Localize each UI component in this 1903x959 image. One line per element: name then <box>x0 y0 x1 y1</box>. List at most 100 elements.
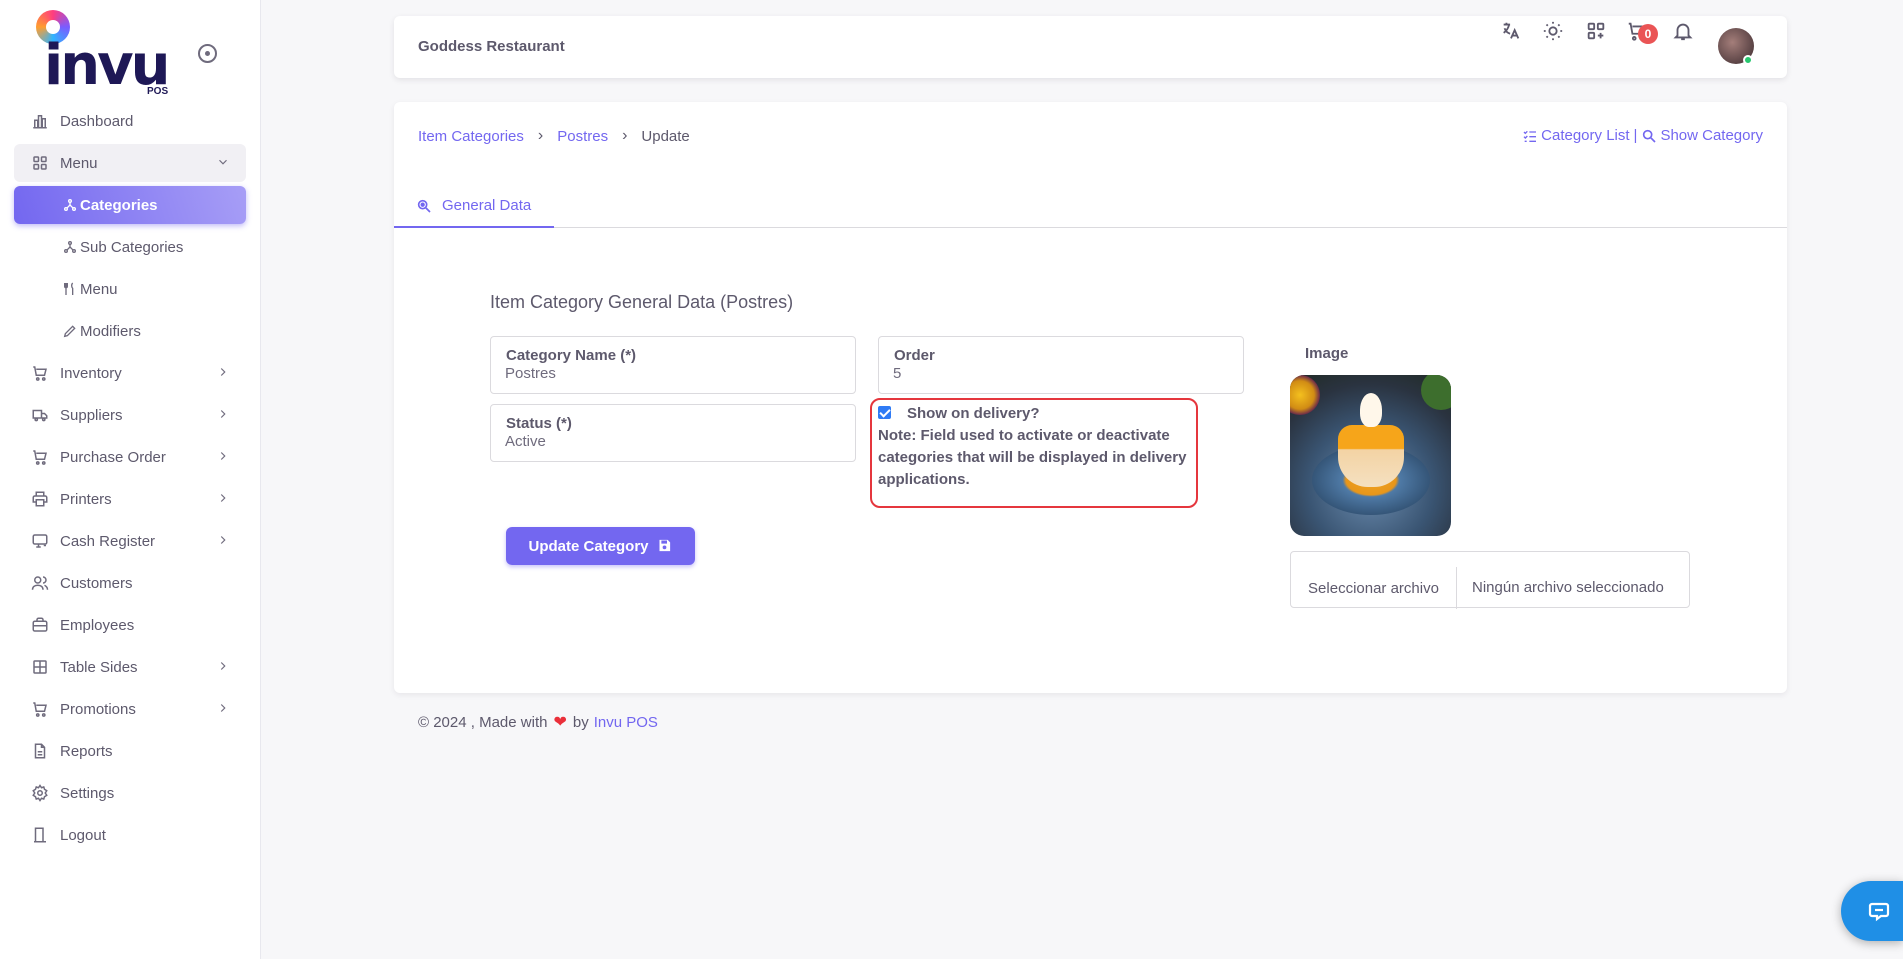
footer-by: by <box>572 713 589 731</box>
category-update-card: Item Categories › Postres › Update Categ… <box>394 102 1787 693</box>
category-icon <box>62 197 78 213</box>
search-data-icon <box>416 198 432 214</box>
sidebar-item-cash-register[interactable]: Cash Register <box>14 522 246 560</box>
users-icon <box>30 573 50 593</box>
heart-icon: ❤ <box>553 714 567 731</box>
sidebar-item-label: Employees <box>60 616 135 634</box>
sidebar-item-label: Table Sides <box>60 658 138 676</box>
image-file-input[interactable]: Seleccionar archivo Ningún archivo selec… <box>1290 551 1690 609</box>
sidebar-item-label: Reports <box>60 742 113 760</box>
chevron-right-icon <box>216 449 230 463</box>
category-name-label: Category Name (*) <box>506 347 637 364</box>
footer-brand-link[interactable]: Invu POS <box>594 714 658 731</box>
truck-icon <box>30 405 50 425</box>
image-dessert <box>1338 425 1404 487</box>
section-title: Item Category General Data (Postres) <box>490 292 794 312</box>
chevron-right-icon <box>216 491 230 505</box>
sidebar-item-table-sides[interactable]: Table Sides <box>14 648 246 686</box>
sidebar-toggle-icon[interactable] <box>198 44 217 63</box>
sidebar-subitem-sub-categories[interactable]: Sub Categories <box>14 228 246 266</box>
sidebar-item-label: Dashboard <box>60 112 134 130</box>
category-list-link[interactable]: Category List <box>1541 127 1629 144</box>
sidebar-item-label: Suppliers <box>60 406 123 424</box>
chat-button[interactable] <box>1841 881 1903 941</box>
list-check-icon <box>1522 128 1538 144</box>
choose-file-button[interactable]: Seleccionar archivo <box>1291 567 1457 609</box>
logo-sub: POS <box>147 86 169 97</box>
table-icon <box>30 657 50 677</box>
restaurant-name: Goddess Restaurant <box>418 38 565 55</box>
sun-icon[interactable] <box>1540 18 1566 44</box>
update-category-label: Update Category <box>528 537 649 555</box>
sidebar-item-label: Promotions <box>60 700 136 718</box>
door-icon <box>30 825 50 845</box>
sidebar-subitem-categories[interactable]: Categories <box>14 186 246 224</box>
sidebar-nav: Dashboard Menu Categories Sub Categories <box>14 102 246 858</box>
sidebar-item-label: Menu <box>60 154 98 172</box>
chevron-right-icon <box>216 407 230 421</box>
breadcrumb-item-categories[interactable]: Item Categories <box>418 128 524 145</box>
sidebar-item-inventory[interactable]: Inventory <box>14 354 246 392</box>
chevron-right-icon <box>216 659 230 673</box>
status-select[interactable]: Active <box>505 433 546 450</box>
pen-icon <box>62 323 78 339</box>
file-status: Ningún archivo seleccionado <box>1472 579 1664 596</box>
image-flower <box>1360 393 1382 427</box>
briefcase-icon <box>30 615 50 635</box>
printer-icon <box>30 489 50 509</box>
sidebar-item-dashboard[interactable]: Dashboard <box>14 102 246 140</box>
sidebar-item-label: Inventory <box>60 364 122 382</box>
sidebar-item-suppliers[interactable]: Suppliers <box>14 396 246 434</box>
update-category-button[interactable]: Update Category <box>506 527 695 565</box>
cart-icon <box>30 363 50 383</box>
sidebar-item-employees[interactable]: Employees <box>14 606 246 644</box>
chevron-right-icon: › <box>537 127 544 144</box>
show-on-delivery-checkbox[interactable] <box>878 406 891 419</box>
sidebar-subitem-label: Modifiers <box>80 322 141 340</box>
search-icon <box>1641 128 1657 144</box>
online-status-dot <box>1743 55 1753 65</box>
order-field[interactable]: Order 5 <box>878 336 1244 394</box>
sidebar-subitem-modifiers[interactable]: Modifiers <box>14 312 246 350</box>
sidebar-item-printers[interactable]: Printers <box>14 480 246 518</box>
show-category-link[interactable]: Show Category <box>1660 127 1763 144</box>
sidebar-item-label: Cash Register <box>60 532 156 550</box>
actions-separator: | <box>1633 127 1638 144</box>
order-label: Order <box>894 347 935 364</box>
sidebar-item-purchase-order[interactable]: Purchase Order <box>14 438 246 476</box>
category-name-input[interactable]: Postres <box>505 365 556 382</box>
sidebar-item-logout[interactable]: Logout <box>14 816 246 854</box>
sidebar-subitem-label: Categories <box>80 196 158 214</box>
sidebar-item-settings[interactable]: Settings <box>14 774 246 812</box>
sidebar-item-menu[interactable]: Menu <box>14 144 246 182</box>
image-fruit <box>1290 375 1320 415</box>
bell-icon[interactable] <box>1670 18 1696 44</box>
category-image-preview <box>1290 375 1451 536</box>
chevron-right-icon <box>216 533 230 547</box>
invu-logo[interactable]: invu POS <box>34 10 184 100</box>
sidebar-item-customers[interactable]: Customers <box>14 564 246 602</box>
apps-icon[interactable] <box>1583 18 1609 44</box>
sidebar: invu POS Dashboard Menu Categories Sub C… <box>0 0 261 959</box>
sidebar-item-reports[interactable]: Reports <box>14 732 246 770</box>
chat-icon <box>1867 899 1891 923</box>
chevron-right-icon <box>216 701 230 715</box>
footer: © 2024 , Made with ❤ by Invu POS <box>418 712 658 732</box>
gear-icon <box>30 783 50 803</box>
translate-icon[interactable] <box>1498 18 1524 44</box>
cart-count-badge: 0 <box>1638 24 1658 44</box>
order-input[interactable]: 5 <box>893 365 901 382</box>
show-on-delivery-label[interactable]: Show on delivery? <box>907 405 1040 422</box>
breadcrumb-item-postres[interactable]: Postres <box>557 128 608 145</box>
grid-icon <box>30 153 50 173</box>
sidebar-subitem-label: Sub Categories <box>80 238 184 256</box>
save-icon <box>657 538 673 554</box>
sidebar-item-promotions[interactable]: Promotions <box>14 690 246 728</box>
sidebar-item-label: Printers <box>60 490 112 508</box>
sidebar-subitem-menu[interactable]: Menu <box>14 270 246 308</box>
footer-prefix: © 2024 , Made with <box>418 713 548 731</box>
category-name-field[interactable]: Category Name (*) Postres <box>490 336 856 394</box>
status-field[interactable]: Status (*) Active <box>490 404 856 462</box>
tab-general-data[interactable]: General Data <box>394 185 554 228</box>
bar-chart-icon <box>30 111 50 131</box>
